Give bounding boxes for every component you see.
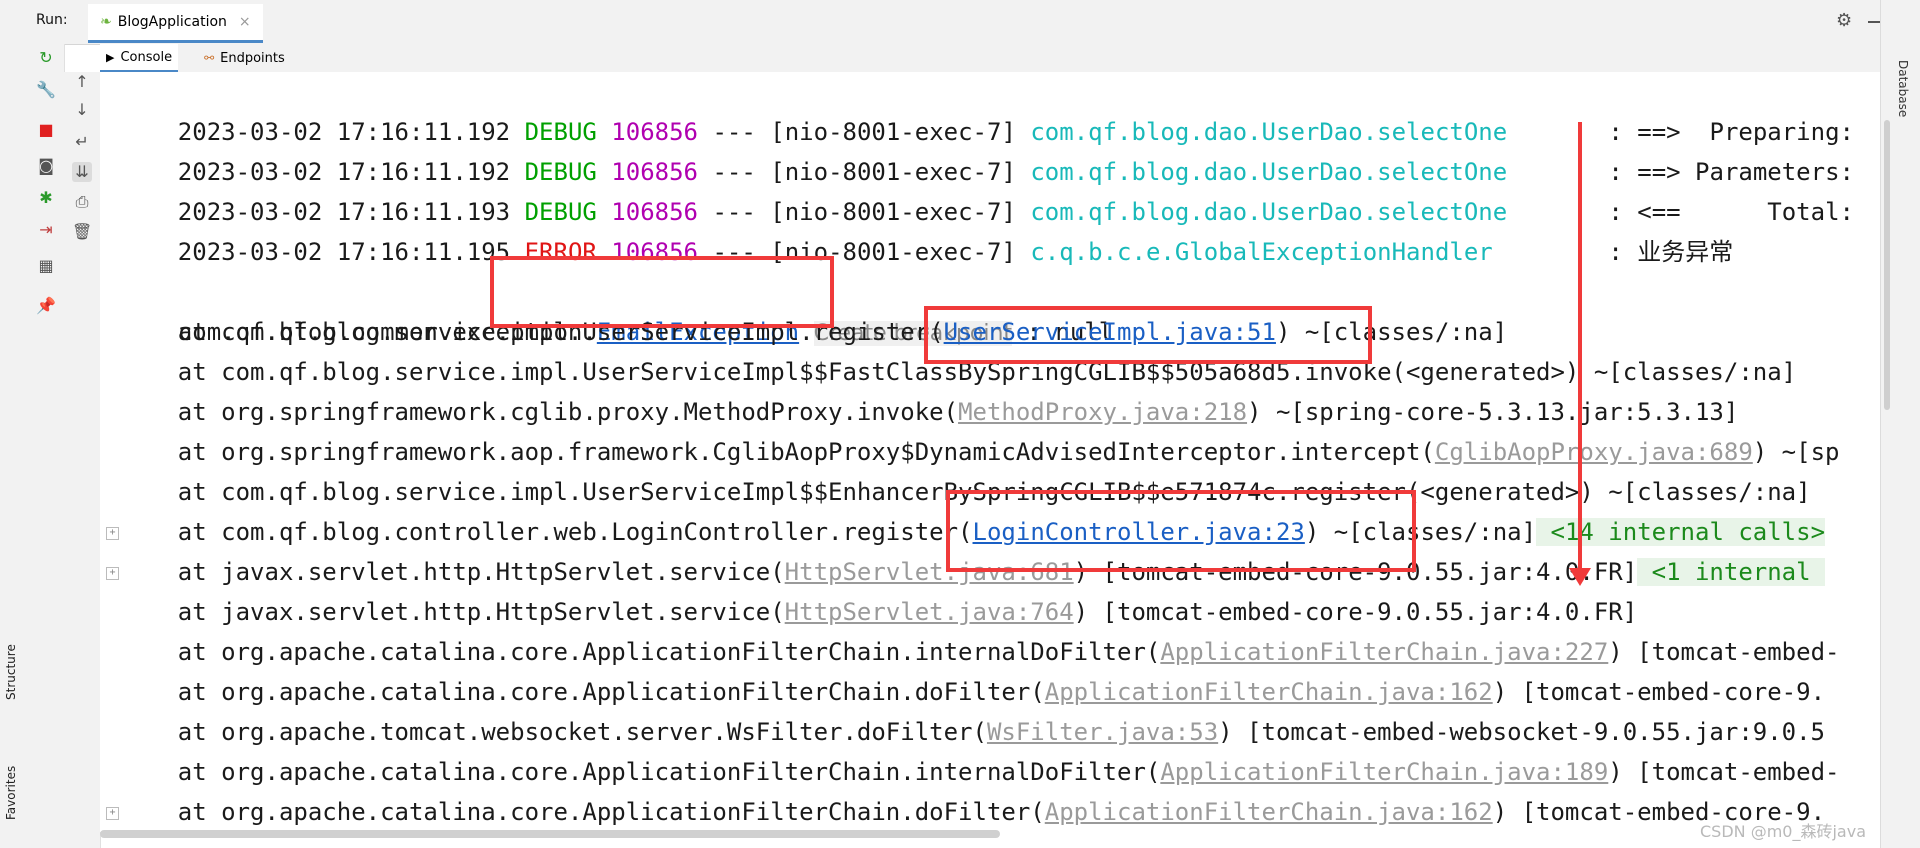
frame-text: at org.apache.catalina.core.ApplicationF… (120, 678, 1045, 706)
horizontal-scrollbar[interactable] (100, 830, 1000, 838)
exit-icon[interactable]: ⇥ (36, 220, 56, 240)
log-line: 2023-03-02 17:16:11.193 DEBUG 106856 ---… (120, 152, 1854, 226)
run-label: Run: (36, 12, 68, 28)
arrow-up-icon[interactable]: ↑ (72, 72, 92, 92)
trash-icon[interactable]: 🗑 (72, 222, 92, 242)
frame-text: at org.apache.catalina.core.ApplicationF… (120, 638, 1161, 666)
tab-console-label: Console (120, 49, 173, 65)
annotation-box-logincontroller (946, 490, 1416, 572)
source-link[interactable]: MethodProxy.java:218 (958, 398, 1247, 426)
source-link[interactable]: ApplicationFilterChain.java:162 (1045, 798, 1493, 826)
watermark-text: CSDN @m0_森砖java (1700, 822, 1866, 841)
frame-suffix: ) [tomcat-embed-core-9. (1492, 678, 1826, 706)
print-icon[interactable]: ⎙ (72, 192, 92, 212)
run-tab-blogapplication[interactable]: ❧ BlogApplication × (88, 4, 263, 43)
log-line: 2023-03-02 17:16:11.195 ERROR 106856 ---… (120, 192, 1733, 266)
source-link[interactable]: ApplicationFilterChain.java:227 (1160, 638, 1608, 666)
endpoints-icon: ⚯ (204, 51, 215, 65)
wrench-icon[interactable]: 🔧 (36, 80, 56, 100)
tab-endpoints-label: Endpoints (220, 50, 285, 66)
tab-endpoints[interactable]: ⚯ Endpoints (198, 45, 291, 71)
pin-icon[interactable]: 📌 (36, 296, 56, 316)
frame-text: at com.qf.blog.controller.web.LoginContr… (120, 518, 973, 546)
structure-tool-label[interactable]: Structure (4, 644, 18, 700)
frame-suffix: ) [tomcat-embed- (1608, 758, 1840, 786)
stack-frame: at org.apache.catalina.core.ApplicationF… (120, 672, 1825, 712)
stop-icon[interactable]: ■ (36, 120, 56, 140)
log-line: 2023-03-02 17:16:11.192 DEBUG 106856 ---… (120, 72, 1854, 146)
run-tab-title: BlogApplication (117, 14, 227, 30)
soft-wrap-icon[interactable]: ↵ (72, 132, 92, 152)
annotation-box-exception (490, 256, 834, 328)
layout-icon[interactable]: ▦ (36, 256, 56, 276)
source-link[interactable]: ApplicationFilterChain.java:162 (1045, 678, 1493, 706)
console-toolbar: ↑ ↓ ↵ ⇊ ⎙ 🗑 (64, 72, 101, 848)
fold-expand-icon[interactable]: + (106, 807, 119, 820)
spring-leaf-icon: ❧ (100, 14, 112, 30)
scroll-to-end-icon[interactable]: ⇊ (72, 162, 92, 182)
source-link[interactable]: ApplicationFilterChain.java:189 (1160, 758, 1608, 786)
frame-suffix: ) [tomcat-embed-websocket-9.0.55.jar:9.0… (1218, 718, 1826, 746)
run-action-toolbar: ↻ 🔧 ■ ◙ ✱ ⇥ ▦ 📌 (28, 44, 65, 848)
source-link[interactable]: HttpServlet.java:764 (785, 598, 1074, 626)
gear-icon[interactable]: ⚙ (1836, 10, 1852, 31)
log-timestamp: 2023-03-02 17:16:11.195 (177, 238, 511, 266)
stack-frame: at org.springframework.cglib.proxy.Metho… (120, 392, 1739, 432)
log-logger: c.q.b.c.e.GlobalExceptionHandler (1030, 238, 1493, 266)
close-icon[interactable]: × (239, 14, 251, 30)
frame-text: at org.springframework.cglib.proxy.Metho… (120, 398, 959, 426)
frame-text: at javax.servlet.http.HttpServlet.servic… (120, 558, 785, 586)
annotation-arrow-line (1578, 122, 1582, 576)
log-line: 2023-03-02 17:16:11.192 DEBUG 106856 ---… (120, 112, 1854, 186)
console-icon: ▶ (106, 50, 115, 64)
database-tool-label[interactable]: Database (1896, 60, 1910, 117)
vertical-scrollbar[interactable] (1884, 120, 1890, 410)
frame-suffix: ) ~[sp (1752, 438, 1840, 466)
run-subtabs: ▶ Console ⚯ Endpoints (100, 44, 1900, 72)
run-header: Run: ❧ BlogApplication × ⚙ (28, 0, 1920, 45)
frame-text: at org.springframework.aop.framework.Cgl… (120, 438, 1435, 466)
source-link[interactable]: CglibAopProxy.java:689 (1435, 438, 1753, 466)
fold-expand-icon[interactable]: + (106, 567, 119, 580)
internal-calls-fold[interactable]: <1 internal (1637, 558, 1826, 586)
annotation-box-userserviceimpl (924, 306, 1372, 364)
frame-text: at org.apache.catalina.core.ApplicationF… (120, 798, 1045, 826)
tab-console[interactable]: ▶ Console (100, 44, 179, 72)
favorites-tool-label[interactable]: Favorites (4, 766, 18, 820)
rerun-icon[interactable]: ↻ (36, 48, 56, 68)
stack-frame: at org.apache.catalina.core.ApplicationF… (120, 792, 1825, 832)
stack-frame: at org.apache.tomcat.websocket.server.Ws… (120, 712, 1825, 752)
fold-expand-icon[interactable]: + (106, 527, 119, 540)
stack-frame: at javax.servlet.http.HttpServlet.servic… (120, 592, 1637, 632)
debug-bug-icon[interactable]: ✱ (36, 188, 56, 208)
frame-suffix: ) [tomcat-embed- (1608, 638, 1840, 666)
annotation-arrow-head (1569, 568, 1591, 586)
stack-frame: at org.apache.catalina.core.ApplicationF… (120, 632, 1840, 672)
left-tool-stripe: Structure Favorites (0, 0, 29, 848)
frame-suffix: ) ~[spring-core-5.3.13.jar:5.3.13] (1247, 398, 1739, 426)
frame-text: at org.apache.tomcat.websocket.server.Ws… (120, 718, 987, 746)
console-output[interactable]: 2023-03-02 17:16:11.192 DEBUG 106856 ---… (100, 72, 1880, 832)
camera-icon[interactable]: ◙ (36, 156, 56, 176)
log-message: : 业务异常 (1608, 238, 1734, 266)
source-link[interactable]: WsFilter.java:53 (987, 718, 1218, 746)
frame-text: at org.apache.catalina.core.ApplicationF… (120, 758, 1161, 786)
frame-text: at javax.servlet.http.HttpServlet.servic… (120, 598, 785, 626)
frame-suffix: ) [tomcat-embed-core-9.0.55.jar:4.0.FR] (1073, 598, 1638, 626)
stack-frame: at org.apache.catalina.core.ApplicationF… (120, 752, 1840, 792)
arrow-down-icon[interactable]: ↓ (72, 100, 92, 120)
